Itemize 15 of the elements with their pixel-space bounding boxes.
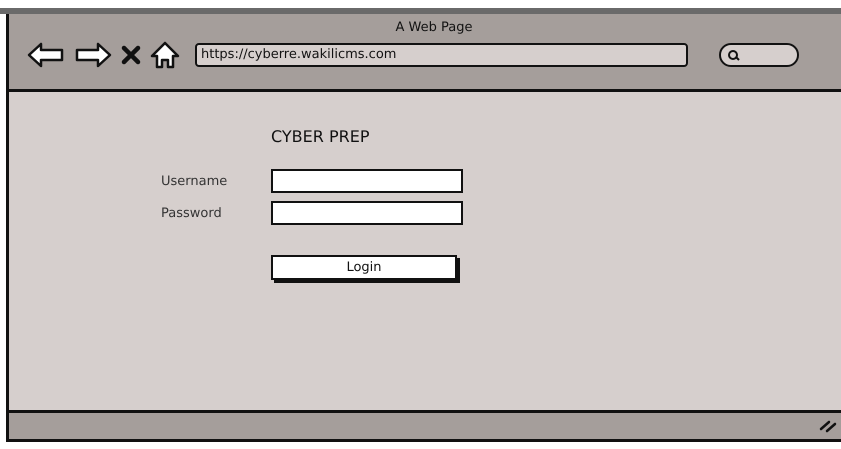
search-field[interactable]	[719, 43, 799, 67]
field-label: Username	[161, 174, 228, 188]
back-icon[interactable]	[27, 42, 65, 68]
field-label: Password	[161, 206, 223, 220]
search-icon	[727, 49, 741, 61]
input-field[interactable]	[271, 201, 463, 225]
window-title: A Web Page	[396, 20, 472, 35]
home-icon[interactable]	[150, 41, 180, 69]
login-button[interactable]: Login	[271, 255, 457, 280]
address-bar[interactable]: https://cyberre.wakilicms.com	[195, 43, 688, 67]
close-icon[interactable]	[121, 45, 141, 65]
resize-grip-icon	[819, 419, 837, 433]
input-field[interactable]	[271, 169, 463, 193]
page-heading: CYBER PREP	[271, 127, 370, 146]
forward-icon[interactable]	[74, 42, 112, 68]
